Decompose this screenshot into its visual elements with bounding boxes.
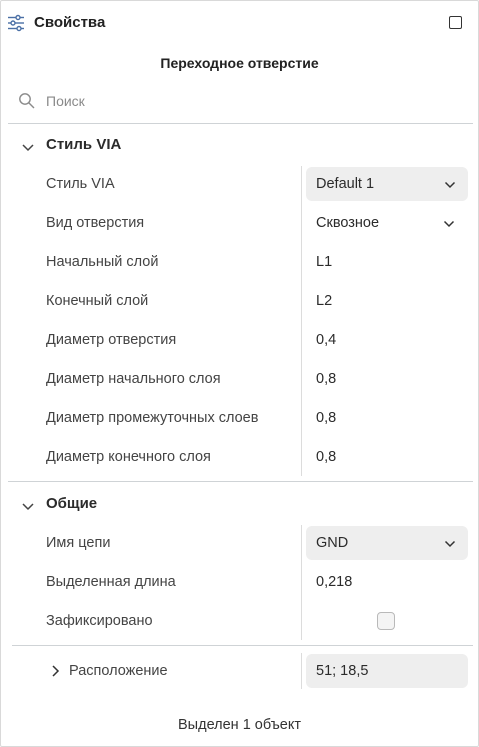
section-title: Стиль VIA xyxy=(46,136,122,153)
property-row-fixed: Зафиксировано xyxy=(0,603,479,639)
hole-type-value[interactable]: Сквозное xyxy=(316,215,379,231)
property-label: Диаметр конечного слоя xyxy=(46,449,211,465)
property-label: Выделенная длина xyxy=(46,574,176,590)
property-value[interactable]: 0,8 xyxy=(316,449,336,465)
property-value[interactable]: L2 xyxy=(316,293,332,309)
section-header-via-style[interactable]: Стиль VIA xyxy=(0,136,479,160)
property-row-end-layer-diameter: Диаметр конечного слоя 0,8 xyxy=(0,439,479,475)
chevron-down-icon xyxy=(21,500,35,514)
property-row-inner-layers-diameter: Диаметр промежуточных слоев 0,8 xyxy=(0,400,479,436)
search-box xyxy=(18,89,458,113)
selection-status: Выделен 1 объект xyxy=(178,717,301,733)
property-label: Начальный слой xyxy=(46,254,159,270)
property-label: Вид отверстия xyxy=(46,215,145,231)
panel-header: Свойства xyxy=(0,0,479,46)
panel-title: Свойства xyxy=(34,14,106,31)
via-style-select[interactable]: Default 1 xyxy=(306,167,468,201)
property-row-start-layer: Начальный слой L1 xyxy=(0,244,479,280)
property-label: Зафиксировано xyxy=(46,613,153,629)
location-value: 51; 18,5 xyxy=(316,663,369,679)
property-label: Имя цепи xyxy=(46,535,111,551)
property-value[interactable]: L1 xyxy=(316,254,332,270)
property-value[interactable]: 0,8 xyxy=(316,410,336,426)
maximize-button[interactable] xyxy=(449,16,462,29)
chevron-down-icon xyxy=(444,537,456,549)
property-row-end-layer: Конечный слой L2 xyxy=(0,283,479,319)
divider xyxy=(12,645,473,646)
property-label: Стиль VIA xyxy=(46,176,115,192)
property-row-net-name: Имя цепи GND xyxy=(0,525,479,561)
property-value[interactable]: 0,4 xyxy=(316,332,336,348)
property-label: Диаметр отверстия xyxy=(46,332,177,348)
chevron-down-icon xyxy=(444,178,456,190)
column-divider xyxy=(301,653,302,689)
net-name-select[interactable]: GND xyxy=(306,526,468,560)
property-label: Расположение xyxy=(69,663,168,679)
property-value[interactable]: 0,8 xyxy=(316,371,336,387)
chevron-right-icon[interactable] xyxy=(49,664,63,678)
object-type-title: Переходное отверстие xyxy=(160,55,319,71)
divider xyxy=(8,123,473,124)
property-row-via-style: Стиль VIA Default 1 xyxy=(0,166,479,202)
search-icon xyxy=(18,92,36,110)
fixed-checkbox[interactable] xyxy=(377,612,395,630)
select-value: Default 1 xyxy=(316,176,375,192)
location-field[interactable]: 51; 18,5 xyxy=(306,654,468,688)
sliders-icon xyxy=(7,14,25,32)
chevron-down-icon[interactable] xyxy=(443,217,455,229)
search-input[interactable] xyxy=(46,89,446,113)
property-row-selected-length: Выделенная длина 0,218 xyxy=(0,564,479,600)
property-value: 0,218 xyxy=(316,574,353,590)
section-header-general[interactable]: Общие xyxy=(0,495,479,519)
property-row-hole-type: Вид отверстия Сквозное xyxy=(0,205,479,241)
select-value: GND xyxy=(316,535,349,551)
property-label: Конечный слой xyxy=(46,293,149,309)
property-label: Диаметр начального слоя xyxy=(46,371,221,387)
divider xyxy=(8,481,473,482)
property-row-start-layer-diameter: Диаметр начального слоя 0,8 xyxy=(0,361,479,397)
chevron-down-icon xyxy=(21,141,35,155)
property-label: Диаметр промежуточных слоев xyxy=(46,410,259,426)
property-row-hole-diameter: Диаметр отверстия 0,4 xyxy=(0,322,479,358)
section-title: Общие xyxy=(46,495,98,512)
property-row-location: Расположение 51; 18,5 xyxy=(0,653,479,689)
